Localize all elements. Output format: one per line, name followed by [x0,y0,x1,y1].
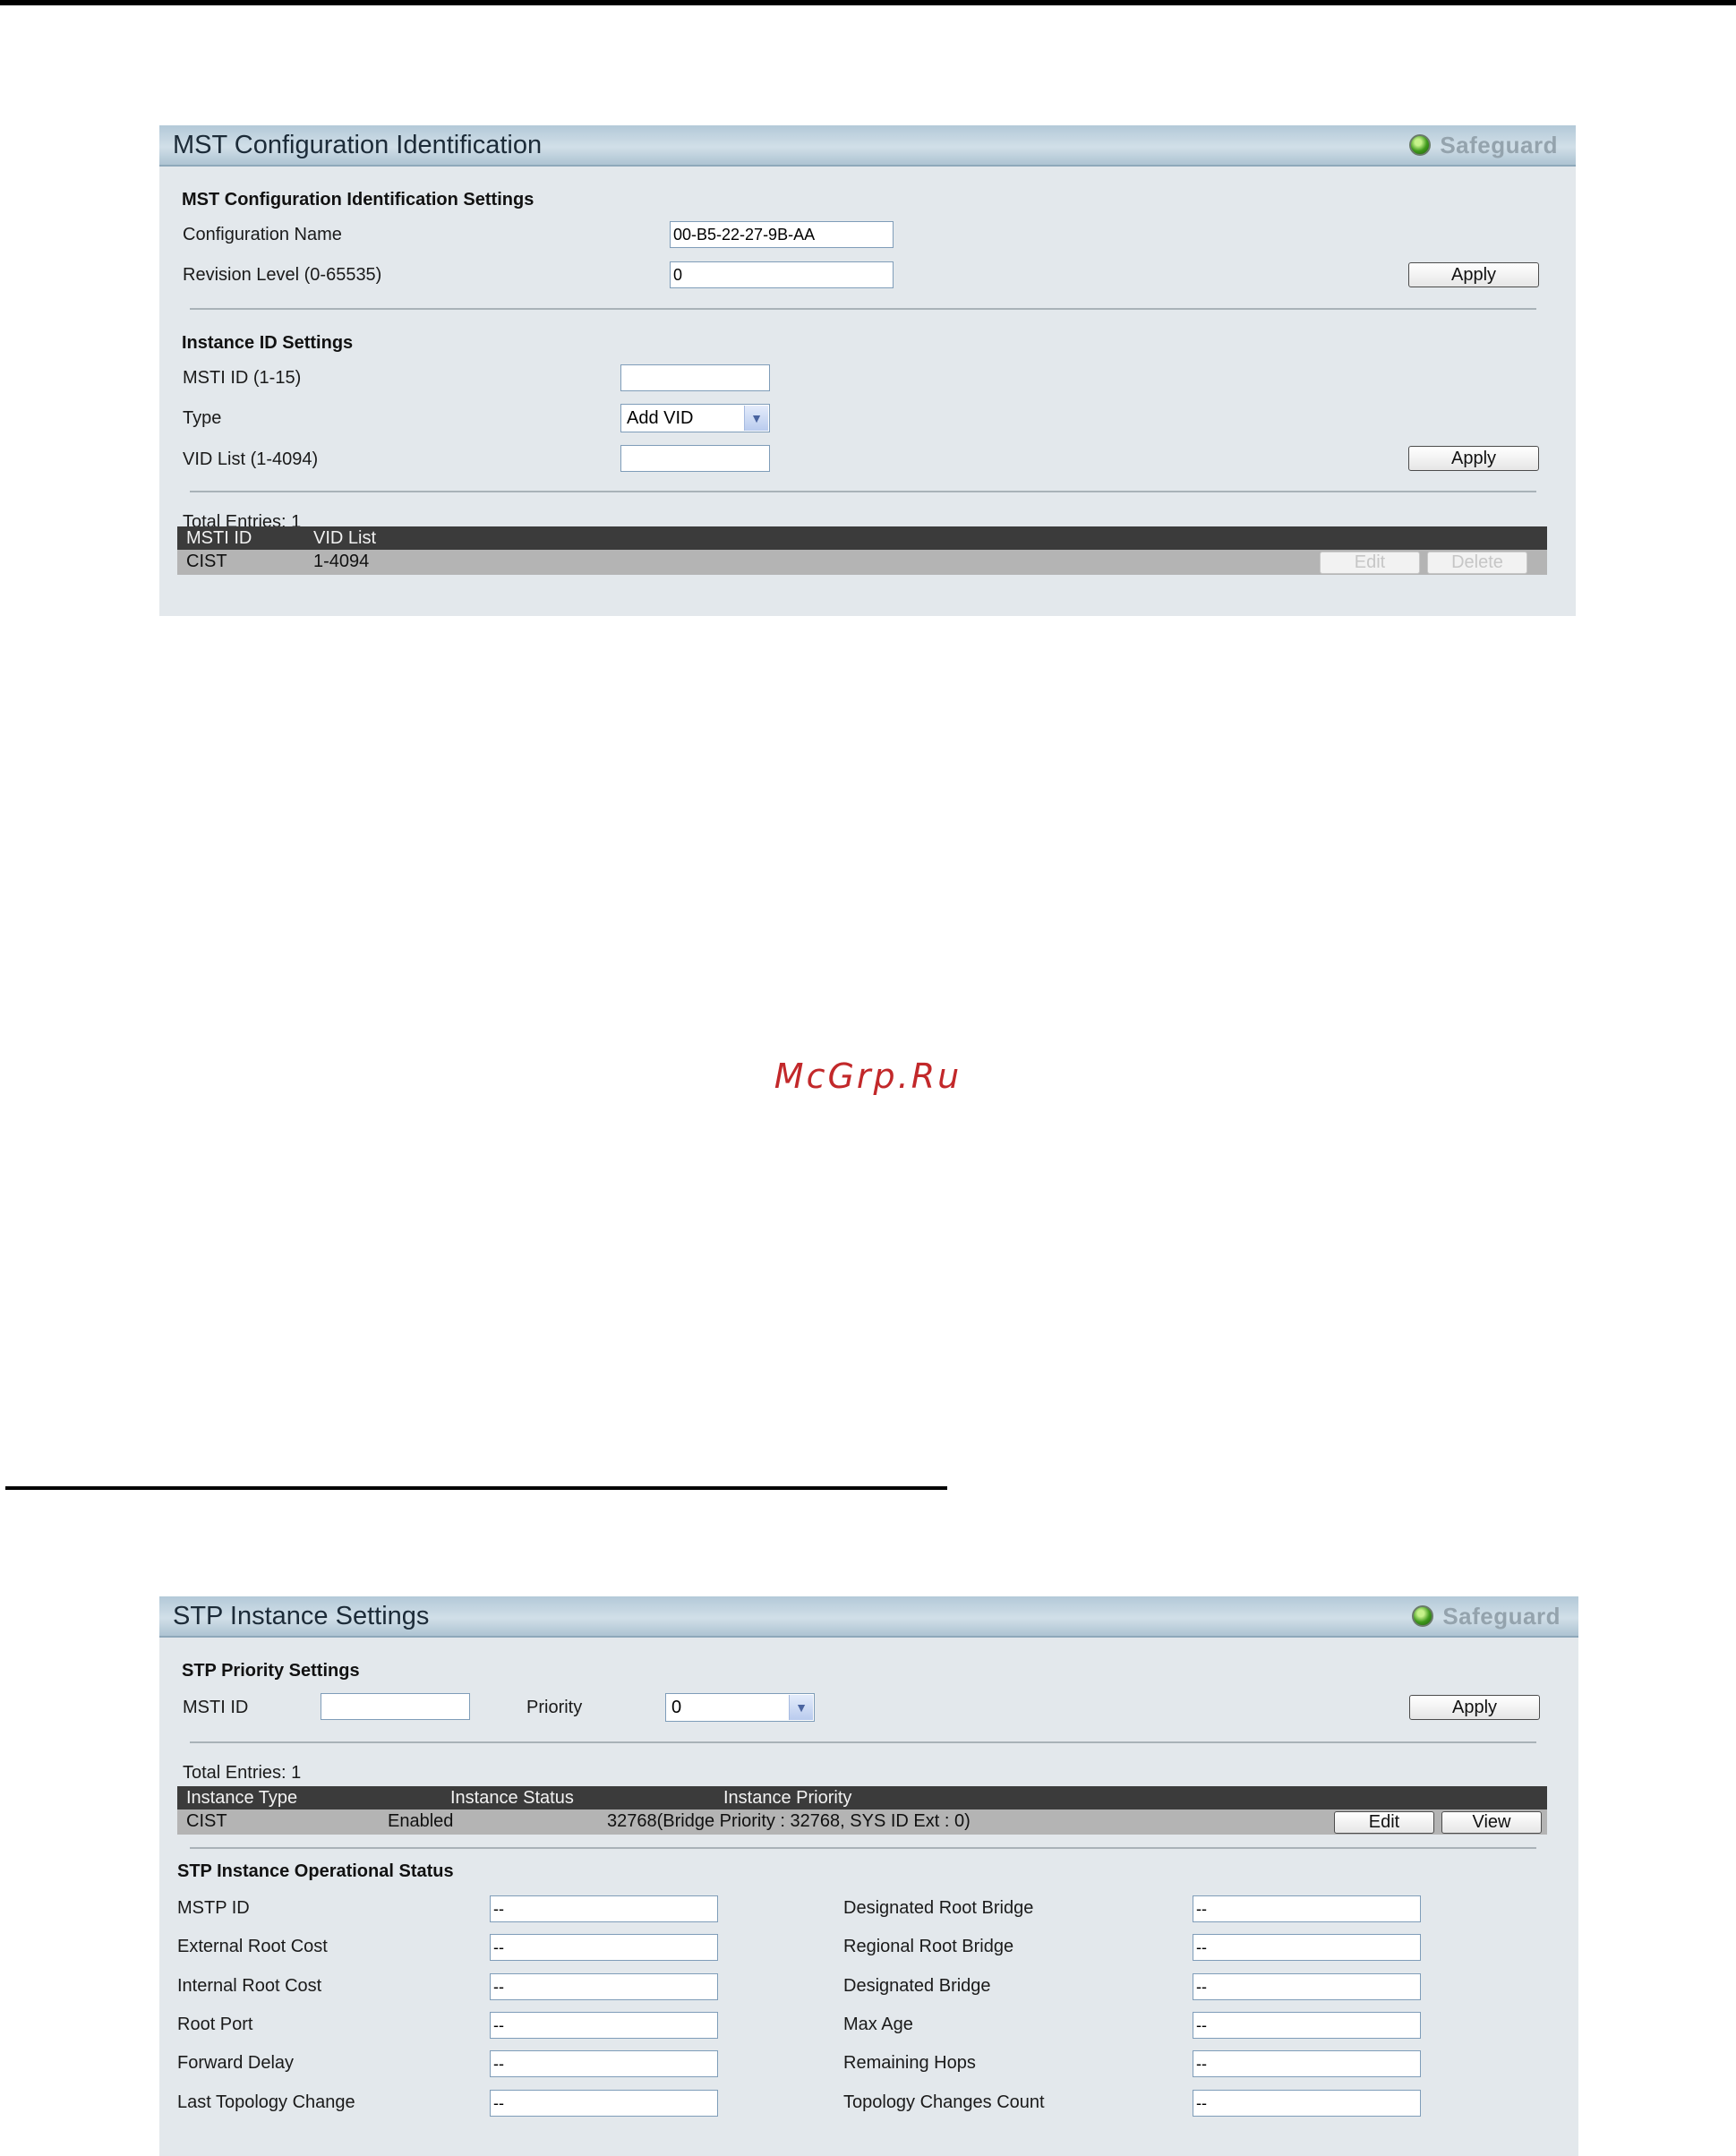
vid-list-field[interactable] [620,445,770,472]
delete-button[interactable]: Delete [1427,552,1527,574]
priority-select[interactable]: 0 ▼ [665,1693,815,1722]
chevron-down-icon[interactable]: ▼ [789,1695,813,1720]
column-header-msti-id: MSTI ID [186,528,252,548]
designated-bridge-label: Designated Bridge [843,1976,991,1996]
forward-delay-value: -- [490,2050,718,2077]
column-header-instance-type: Instance Type [186,1788,298,1808]
max-age-label: Max Age [843,2015,913,2034]
root-port-value: -- [490,2012,718,2039]
edit-button[interactable]: Edit [1334,1811,1434,1834]
msti-id-field[interactable] [620,364,770,391]
section-divider [190,491,1536,492]
panel-header: STP Instance Settings Safeguard [159,1596,1578,1638]
type-select-value: Add VID [627,408,694,428]
remaining-hops-value: -- [1193,2050,1421,2077]
panel-title: STP Instance Settings [173,1602,430,1630]
edit-button[interactable]: Edit [1320,552,1420,574]
operational-status-heading: STP Instance Operational Status [177,1861,454,1881]
safeguard-status-icon [1409,134,1432,156]
external-root-cost-label: External Root Cost [177,1937,328,1956]
last-topology-change-label: Last Topology Change [177,2092,355,2112]
panel-header: MST Configuration Identification Safegua… [159,125,1576,167]
regional-root-bridge-value: -- [1193,1934,1421,1961]
designated-root-bridge-label: Designated Root Bridge [843,1898,1034,1918]
total-entries-label: Total Entries: 1 [183,1763,302,1783]
msti-id-label: MSTI ID (1-15) [183,368,302,388]
priority-settings-heading: STP Priority Settings [182,1661,360,1681]
last-topology-change-value: -- [490,2090,718,2117]
max-age-value: -- [1193,2012,1421,2039]
topology-changes-count-value: -- [1193,2090,1421,2117]
chevron-down-icon[interactable]: ▼ [744,406,768,431]
type-label: Type [183,408,222,428]
row-vid-list: 1-4094 [313,552,370,571]
column-header-vid-list: VID List [313,528,377,548]
instance-table-header: Instance Type Instance Status Instance P… [177,1786,1547,1810]
config-apply-button[interactable]: Apply [1408,262,1539,287]
forward-delay-label: Forward Delay [177,2053,295,2073]
mstp-id-value: -- [490,1895,718,1922]
revision-level-field[interactable]: 0 [670,261,894,288]
page-top-rule [0,0,1736,5]
internal-root-cost-label: Internal Root Cost [177,1976,322,1996]
msti-id-label: MSTI ID [183,1698,249,1717]
config-settings-heading: MST Configuration Identification Setting… [182,190,534,210]
safeguard-label: Safeguard [1440,131,1558,158]
row-msti-id: CIST [186,552,227,571]
configuration-name-field[interactable]: 00-B5-22-27-9B-AA [670,221,894,248]
mst-config-panel: MST Configuration Identification Safegua… [159,125,1576,616]
section-divider [190,308,1536,310]
internal-root-cost-value: -- [490,1973,718,2000]
safeguard-label: Safeguard [1442,1602,1561,1630]
designated-bridge-value: -- [1193,1973,1421,2000]
section-divider [190,1741,1536,1743]
external-root-cost-value: -- [490,1934,718,1961]
mstp-id-label: MSTP ID [177,1898,250,1918]
instance-apply-button[interactable]: Apply [1408,446,1539,471]
msti-id-field[interactable] [321,1693,470,1720]
vid-list-label: VID List (1-4094) [183,449,319,469]
panel-title: MST Configuration Identification [173,131,543,159]
table-row: CIST 1-4094 Edit Delete [177,550,1547,575]
instance-settings-heading: Instance ID Settings [182,333,354,353]
remaining-hops-label: Remaining Hops [843,2053,976,2073]
configuration-name-label: Configuration Name [183,225,342,244]
priority-label: Priority [526,1698,583,1717]
topology-changes-count-label: Topology Changes Count [843,2092,1045,2112]
section-divider [190,1847,1536,1849]
vid-table-header: MSTI ID VID List [177,526,1547,550]
designated-root-bridge-value: -- [1193,1895,1421,1922]
type-select[interactable]: Add VID ▼ [620,404,770,432]
table-row: CIST Enabled 32768(Bridge Priority : 327… [177,1810,1547,1835]
row-instance-priority: 32768(Bridge Priority : 32768, SYS ID Ex… [607,1811,971,1831]
safeguard-indicator: Safeguard [1412,1602,1561,1630]
row-instance-type: CIST [186,1811,227,1831]
row-instance-status: Enabled [388,1811,454,1831]
column-header-instance-status: Instance Status [450,1788,574,1808]
revision-level-label: Revision Level (0-65535) [183,265,382,285]
section-separator-rule [5,1486,947,1490]
stp-instance-panel: STP Instance Settings Safeguard STP Prio… [159,1596,1578,2156]
priority-apply-button[interactable]: Apply [1409,1695,1540,1720]
safeguard-status-icon [1412,1605,1434,1627]
root-port-label: Root Port [177,2015,253,2034]
priority-select-value: 0 [671,1698,682,1717]
view-button[interactable]: View [1441,1811,1542,1834]
safeguard-indicator: Safeguard [1409,131,1558,159]
column-header-instance-priority: Instance Priority [723,1788,852,1808]
watermark: McGrp.Ru [774,1057,962,1096]
regional-root-bridge-label: Regional Root Bridge [843,1937,1014,1956]
